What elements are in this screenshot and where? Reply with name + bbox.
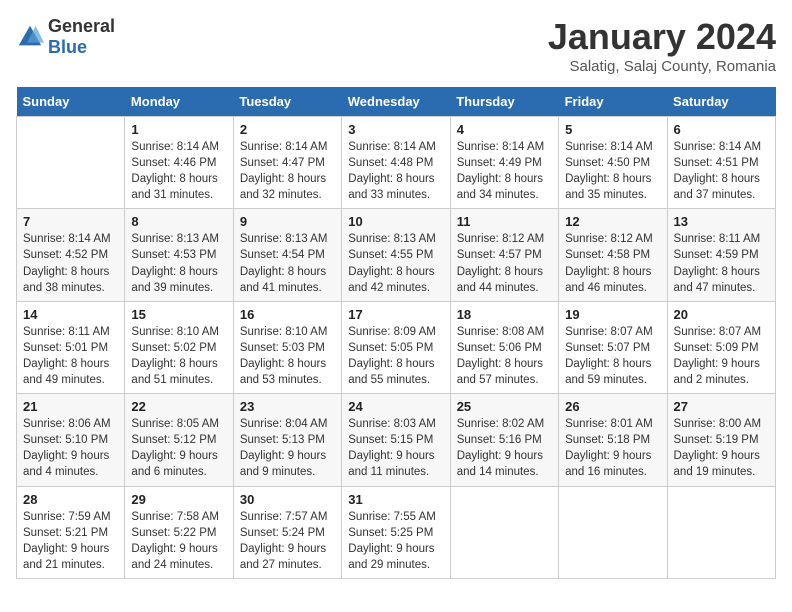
logo-blue: Blue xyxy=(48,37,87,57)
col-wednesday: Wednesday xyxy=(342,87,450,117)
table-row xyxy=(559,486,667,578)
main-title: January 2024 xyxy=(548,16,776,58)
table-row: 16Sunrise: 8:10 AMSunset: 5:03 PMDayligh… xyxy=(233,301,341,393)
table-row: 7Sunrise: 8:14 AMSunset: 4:52 PMDaylight… xyxy=(17,209,125,301)
table-row: 9Sunrise: 8:13 AMSunset: 4:54 PMDaylight… xyxy=(233,209,341,301)
table-row: 27Sunrise: 8:00 AMSunset: 5:19 PMDayligh… xyxy=(667,394,775,486)
table-row: 30Sunrise: 7:57 AMSunset: 5:24 PMDayligh… xyxy=(233,486,341,578)
table-row: 23Sunrise: 8:04 AMSunset: 5:13 PMDayligh… xyxy=(233,394,341,486)
logo: General Blue xyxy=(16,16,115,58)
col-tuesday: Tuesday xyxy=(233,87,341,117)
col-sunday: Sunday xyxy=(17,87,125,117)
table-row: 13Sunrise: 8:11 AMSunset: 4:59 PMDayligh… xyxy=(667,209,775,301)
table-row: 25Sunrise: 8:02 AMSunset: 5:16 PMDayligh… xyxy=(450,394,558,486)
table-row: 20Sunrise: 8:07 AMSunset: 5:09 PMDayligh… xyxy=(667,301,775,393)
calendar-body: 1Sunrise: 8:14 AMSunset: 4:46 PMDaylight… xyxy=(17,117,776,579)
table-row: 22Sunrise: 8:05 AMSunset: 5:12 PMDayligh… xyxy=(125,394,233,486)
col-thursday: Thursday xyxy=(450,87,558,117)
table-row xyxy=(450,486,558,578)
table-row: 31Sunrise: 7:55 AMSunset: 5:25 PMDayligh… xyxy=(342,486,450,578)
table-row: 15Sunrise: 8:10 AMSunset: 5:02 PMDayligh… xyxy=(125,301,233,393)
col-saturday: Saturday xyxy=(667,87,775,117)
col-friday: Friday xyxy=(559,87,667,117)
table-row: 3Sunrise: 8:14 AMSunset: 4:48 PMDaylight… xyxy=(342,117,450,209)
table-row: 4Sunrise: 8:14 AMSunset: 4:49 PMDaylight… xyxy=(450,117,558,209)
table-row: 21Sunrise: 8:06 AMSunset: 5:10 PMDayligh… xyxy=(17,394,125,486)
header: General Blue January 2024 Salatig, Salaj… xyxy=(16,16,776,75)
subtitle: Salatig, Salaj County, Romania xyxy=(548,58,776,75)
table-row: 11Sunrise: 8:12 AMSunset: 4:57 PMDayligh… xyxy=(450,209,558,301)
logo-general: General xyxy=(48,16,115,36)
table-row: 29Sunrise: 7:58 AMSunset: 5:22 PMDayligh… xyxy=(125,486,233,578)
calendar-table: Sunday Monday Tuesday Wednesday Thursday… xyxy=(16,87,776,579)
table-row: 5Sunrise: 8:14 AMSunset: 4:50 PMDaylight… xyxy=(559,117,667,209)
table-row: 10Sunrise: 8:13 AMSunset: 4:55 PMDayligh… xyxy=(342,209,450,301)
table-row: 26Sunrise: 8:01 AMSunset: 5:18 PMDayligh… xyxy=(559,394,667,486)
table-row: 1Sunrise: 8:14 AMSunset: 4:46 PMDaylight… xyxy=(125,117,233,209)
table-row: 14Sunrise: 8:11 AMSunset: 5:01 PMDayligh… xyxy=(17,301,125,393)
table-row: 28Sunrise: 7:59 AMSunset: 5:21 PMDayligh… xyxy=(17,486,125,578)
table-row: 8Sunrise: 8:13 AMSunset: 4:53 PMDaylight… xyxy=(125,209,233,301)
table-row: 6Sunrise: 8:14 AMSunset: 4:51 PMDaylight… xyxy=(667,117,775,209)
table-row: 17Sunrise: 8:09 AMSunset: 5:05 PMDayligh… xyxy=(342,301,450,393)
table-row: 19Sunrise: 8:07 AMSunset: 5:07 PMDayligh… xyxy=(559,301,667,393)
table-row: 24Sunrise: 8:03 AMSunset: 5:15 PMDayligh… xyxy=(342,394,450,486)
header-row: Sunday Monday Tuesday Wednesday Thursday… xyxy=(17,87,776,117)
table-row: 2Sunrise: 8:14 AMSunset: 4:47 PMDaylight… xyxy=(233,117,341,209)
col-monday: Monday xyxy=(125,87,233,117)
table-row: 18Sunrise: 8:08 AMSunset: 5:06 PMDayligh… xyxy=(450,301,558,393)
table-row xyxy=(17,117,125,209)
table-row xyxy=(667,486,775,578)
table-row: 12Sunrise: 8:12 AMSunset: 4:58 PMDayligh… xyxy=(559,209,667,301)
logo-text: General Blue xyxy=(48,16,115,58)
logo-icon xyxy=(16,23,44,51)
title-area: January 2024 Salatig, Salaj County, Roma… xyxy=(548,16,776,75)
